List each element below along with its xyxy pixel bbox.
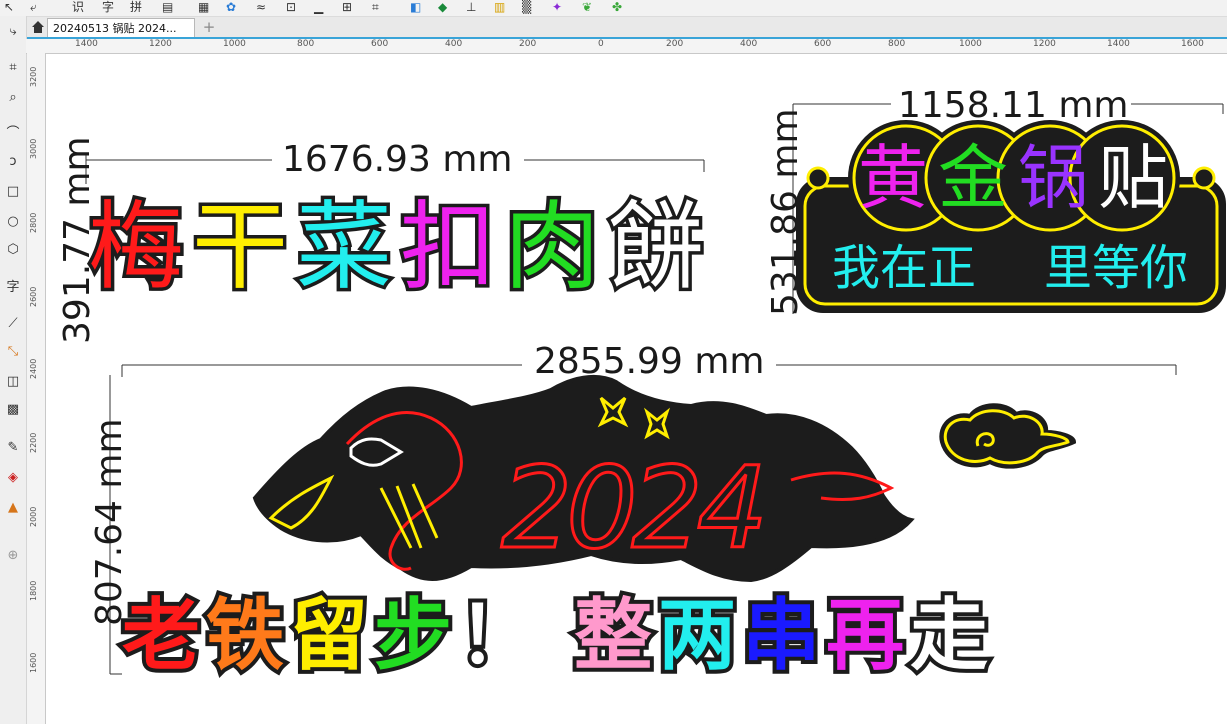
shape-icon[interactable]: ◆ [438,0,447,14]
add-tab-button[interactable]: + [200,19,218,35]
add-tool-icon[interactable]: ⊕ [3,546,23,566]
eyedropper-icon[interactable]: ✎ [3,438,23,458]
ruler-label: 2600 [29,286,38,307]
rectangle-icon[interactable]: □ [3,182,23,202]
line-icon[interactable]: ▁ [314,0,323,14]
ruler-label: 1000 [959,39,982,49]
spiral-icon[interactable]: ↄ [3,152,23,172]
ruler-label: 600 [814,39,832,49]
ruler-label: 2800 [29,212,38,233]
text-tool-1[interactable]: 识 [72,0,84,14]
connector-icon[interactable]: ⤡ [3,342,23,362]
ruler-label: 1200 [149,39,172,49]
align-icon[interactable]: ⊥ [466,0,476,14]
group-icon[interactable]: ⊞ [342,0,352,14]
sign-3-char: 再 [822,587,908,685]
text-icon[interactable]: 字 [3,278,23,298]
text-tool-2[interactable]: 字 [102,0,114,14]
sign-1-char: 干 [189,188,292,307]
zoom-icon[interactable]: ⌕ [3,88,23,108]
trace-icon[interactable]: ≈ [256,0,266,14]
ruler-label: 0 [598,39,604,49]
ruler-label: 600 [371,39,389,49]
ruler-label: 1200 [1033,39,1056,49]
sign-1-char: 餅 [605,188,708,307]
ruler-label: 3000 [29,138,38,159]
sign-2-title-char: 锅 [1018,137,1088,219]
ruler-label: 2400 [29,358,38,379]
table-icon[interactable]: ▥ [494,0,505,14]
ruler-label: 800 [888,39,906,49]
sign-3-char: 串 [738,587,824,685]
sign-1-text-row[interactable]: 梅 干 菜 扣 肉 餅 [85,172,708,322]
barcode-icon[interactable]: ▒ [522,0,531,14]
crop-icon[interactable]: ⌗ [3,58,23,78]
sign-1-char: 肉 [501,188,604,307]
sign-3-char: 步 [370,587,456,685]
sign-3-bottom-text-row[interactable]: 老 铁 留 步 ！ 整 两 串 再 走 [118,587,992,685]
node-icon[interactable]: ⊡ [286,0,296,14]
ruler-label: 1600 [1181,39,1204,49]
sign-3-char: 两 [654,587,740,685]
ruler-label: 2000 [29,506,38,527]
top-toolbar: ↖ ⤶ 识 字 拼 ▤ ▦ ✿ ≈ ⊡ ▁ ⊞ ⌗ ◧ ◆ ⊥ ▥ ▒ ✦ ❦ … [0,0,1227,17]
sign-2-subtitle-right: 里等你 [1044,240,1189,296]
polygon-icon[interactable]: ⬡ [3,240,23,260]
horizontal-ruler[interactable]: 1400 1200 1000 800 600 400 200 0 200 400… [26,39,1227,54]
sign-1-char: 梅 [85,188,188,307]
ruler-label: 1400 [1107,39,1130,49]
sign-3-char: 整 [570,587,656,685]
dimension-icon[interactable]: ⟋ [3,314,23,334]
fill-icon[interactable]: ◈ [3,468,23,488]
cloud-ornament[interactable] [934,402,1079,474]
sign-2-title-row: 黄 金 锅 贴 [858,138,1168,218]
sign-2-title-char: 黄 [858,137,928,219]
sign-3-char: 老 [118,587,204,685]
sign-2-title-char: 金 [938,137,1008,219]
freehand-pick-icon[interactable]: ⤷ [3,22,23,42]
ruler-label: 2200 [29,432,38,453]
sign-3-char: 走 [906,587,992,685]
ruler-label: 400 [740,39,758,49]
sign-3-char: 留 [286,587,372,685]
home-icon[interactable] [30,19,46,35]
effect-icon[interactable]: ✦ [552,0,562,14]
document-icon[interactable]: ▤ [162,0,173,14]
ruler-label: 800 [297,39,315,49]
grid-icon[interactable]: ▦ [198,0,209,14]
ruler-label: 3200 [29,66,38,87]
sign-3-char: 铁 [202,587,288,685]
ruler-label: 200 [519,39,537,49]
arrange-icon[interactable]: ◧ [410,0,421,14]
select-icon[interactable]: ⌗ [372,0,379,14]
vertical-ruler[interactable]: 3200 3000 2800 2600 2400 2200 2000 1800 … [27,53,46,724]
sign-3-year: 2024 [499,444,769,574]
leaf-icon[interactable]: ❦ [582,0,592,14]
toolbox: ⤷ ⌗ ⌕ ⌒ ↄ □ ○ ⬡ 字 ⟋ ⤡ ◫ ▩ ✎ ◈ ▲ ⊕ [0,16,27,724]
ruler-label: 1400 [75,39,98,49]
plugin-icon[interactable]: ✤ [612,0,622,14]
sign-2-subtitle-left: 我在正 [832,240,977,296]
transparency-icon[interactable]: ▩ [3,400,23,420]
drop-shadow-icon[interactable]: ◫ [3,372,23,392]
ruler-label: 1800 [29,580,38,601]
bezier-icon[interactable]: ⌒ [3,124,23,144]
text-tool-3[interactable]: 拼 [130,0,142,14]
ruler-label: 1600 [29,652,38,673]
pointer-icon[interactable]: ↖ [4,0,14,14]
sign-2-title-char: 贴 [1098,137,1168,219]
ruler-label: 400 [445,39,463,49]
sign-3-char: ！ [454,587,540,685]
wrap-text-icon[interactable]: ⤶ [30,0,37,14]
sign-1-char: 菜 [293,188,396,307]
sign-1-char: 扣 [397,188,500,307]
document-tab[interactable]: 20240513 锅贴 2024... [47,18,195,37]
ruler-label: 1000 [223,39,246,49]
ellipse-icon[interactable]: ○ [3,212,23,232]
drawing-canvas[interactable]: 1676.93 mm 391.77 mm 梅 干 菜 扣 肉 餅 1158.11… [46,54,1227,724]
smart-fill-icon[interactable]: ▲ [3,498,23,518]
ruler-label: 200 [666,39,684,49]
blend-icon[interactable]: ✿ [226,0,236,14]
